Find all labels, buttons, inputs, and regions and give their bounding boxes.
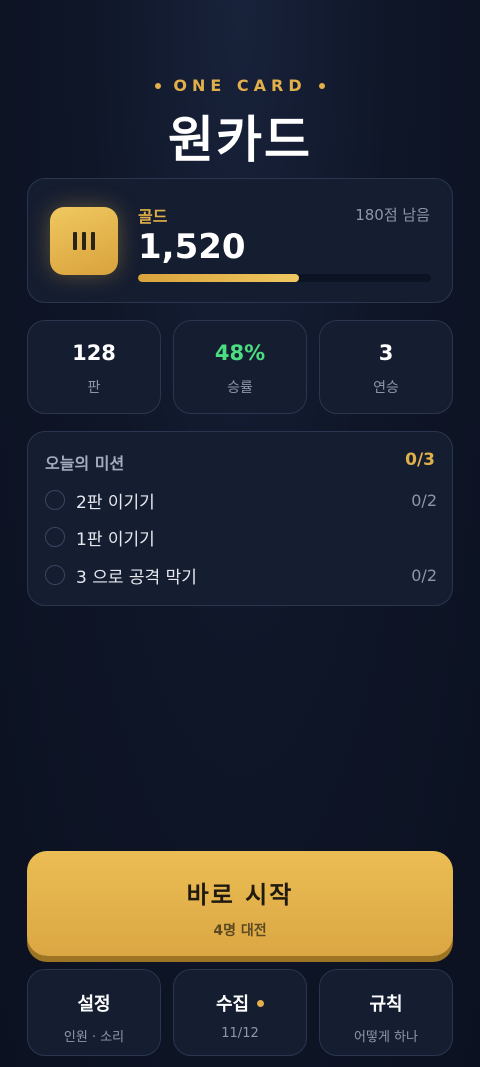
mission-item: 2판 이기기 0/2 — [45, 488, 437, 513]
daily-missions-card: 오늘의 미션 0/3 2판 이기기 0/2 1판 이기기 3 으로 공격 막기 … — [27, 431, 453, 606]
eyebrow-dot-left — [155, 82, 162, 89]
settings-button[interactable]: 설정 인원 · 소리 — [27, 969, 161, 1056]
rules-label: 규칙 — [369, 994, 403, 1015]
gold-chip-icon — [50, 207, 118, 275]
quick-start-sub: 4명 대전 — [213, 923, 267, 939]
mission-checkbox-icon — [45, 527, 65, 547]
stat-winrate-label: 승률 — [227, 380, 253, 396]
stat-streak-label: 연승 — [373, 380, 399, 396]
gold-progress-fill — [138, 274, 300, 282]
stat-winrate: 48% 승률 — [173, 320, 307, 414]
mission-text: 2판 이기기 — [76, 492, 155, 513]
stat-games-value: 128 — [72, 341, 116, 365]
gold-remaining: 180점 남음 — [355, 206, 430, 224]
mission-text: 1판 이기기 — [76, 529, 155, 550]
mission-text: 3 으로 공격 막기 — [76, 567, 197, 588]
mission-item: 1판 이기기 — [45, 525, 437, 550]
rules-sub: 어떻게 하나 — [354, 1030, 418, 1045]
settings-label: 설정 — [77, 994, 111, 1015]
settings-sub: 인원 · 소리 — [63, 1030, 125, 1045]
rules-button[interactable]: 규칙 어떻게 하나 — [319, 969, 453, 1056]
notification-dot-icon — [257, 999, 265, 1007]
quick-start-label: 바로 시작 — [186, 881, 294, 909]
stat-games: 128 판 — [27, 320, 161, 414]
mission-checkbox-icon — [45, 490, 65, 510]
eyebrow-dot-right — [318, 82, 325, 89]
missions-title: 오늘의 미션 — [45, 454, 125, 473]
page-title: 원카드 — [168, 111, 312, 169]
gold-progress-bar — [138, 274, 431, 282]
gold-card: 골드 180점 남음 1,520 — [27, 178, 453, 303]
missions-count: 0/3 — [405, 450, 435, 470]
stat-games-label: 판 — [87, 380, 101, 396]
eyebrow-text: ONE CARD — [173, 76, 307, 95]
mission-checkbox-icon — [45, 565, 65, 585]
gold-label: 골드 — [138, 207, 168, 226]
mission-item: 3 으로 공격 막기 0/2 — [45, 563, 437, 588]
mission-progress: 0/2 — [411, 490, 437, 510]
stat-streak: 3 연승 — [319, 320, 453, 414]
gold-value: 1,520 — [138, 227, 246, 267]
collection-button[interactable]: 수집 11/12 — [173, 969, 307, 1056]
collection-sub: 11/12 — [221, 1026, 259, 1041]
collection-label: 수집 — [215, 994, 250, 1015]
stat-winrate-value: 48% — [214, 341, 266, 365]
quick-start-button[interactable]: 바로 시작 4명 대전 — [27, 851, 453, 956]
stat-streak-value: 3 — [378, 341, 394, 365]
eyebrow: ONE CARD — [0, 76, 480, 95]
mission-progress: 0/2 — [411, 565, 437, 585]
